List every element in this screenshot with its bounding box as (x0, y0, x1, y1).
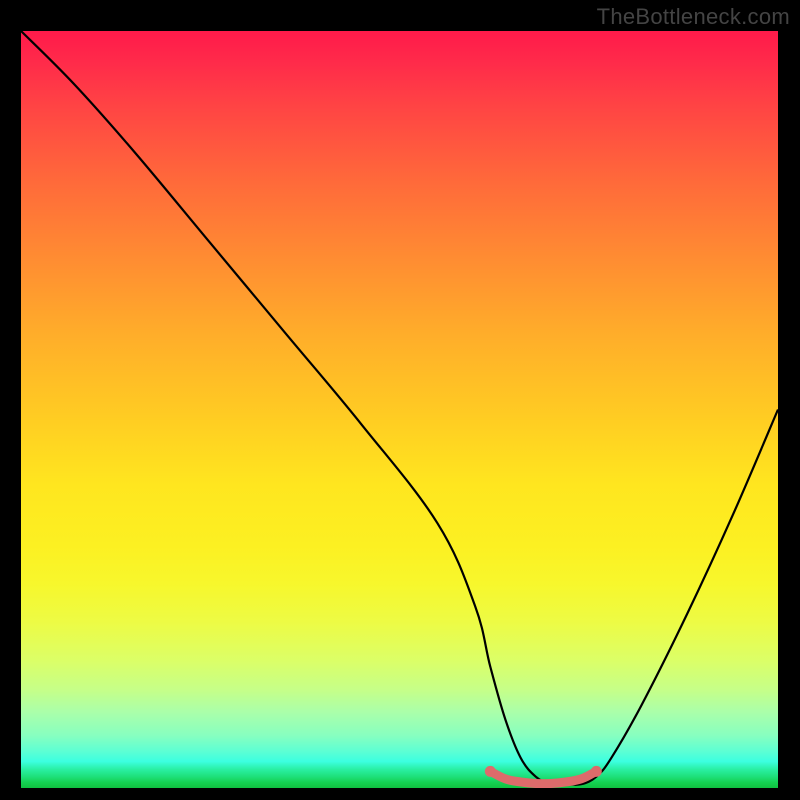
bottleneck-curve (21, 31, 778, 785)
plot-area (21, 31, 778, 788)
marker-endpoint-left (485, 766, 496, 777)
chart-container: TheBottleneck.com (0, 0, 800, 800)
marker-endpoint-right (591, 766, 602, 777)
curve-layer (21, 31, 778, 788)
attribution-text: TheBottleneck.com (597, 4, 790, 30)
optimal-range-marker (490, 771, 596, 783)
